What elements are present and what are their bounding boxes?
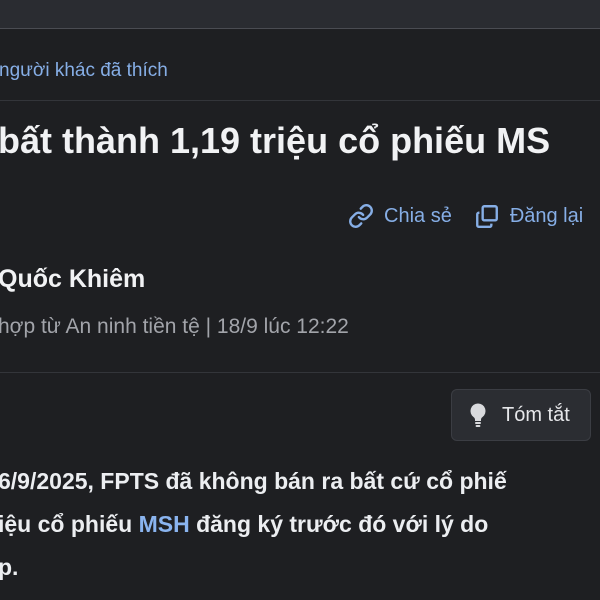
article-headline: bất thành 1,19 triệu cổ phiếu MS [0, 120, 551, 161]
body-text-segment: đăng ký trước đó với lý do [189, 511, 489, 537]
summary-button[interactable]: Tóm tắt [451, 389, 591, 441]
body-line: p. [0, 554, 19, 580]
share-button[interactable]: Chia sẻ [348, 203, 452, 229]
likes-summary[interactable]: người khác đã thích [0, 60, 168, 82]
repost-icon [475, 205, 498, 229]
body-text-segment: iệu cổ phiếu [0, 511, 139, 537]
repost-label: Đăng lại [509, 204, 584, 227]
link-icon [349, 204, 373, 228]
body-line: iệu cổ phiếu MSH đăng ký trước đó với lý… [0, 503, 507, 546]
lightbulb-icon [468, 402, 488, 428]
divider [0, 372, 600, 373]
repost-button[interactable]: Đăng lại [474, 203, 583, 229]
author-name[interactable]: Quốc Khiêm [0, 265, 145, 294]
article-body: 6/9/2025, FPTS đã không bán ra bất cứ cổ… [0, 460, 507, 589]
article-meta: hợp từ An ninh tiền tệ | 18/9 lúc 12:22 [0, 315, 349, 338]
summary-button-label: Tóm tắt [502, 403, 570, 426]
share-label: Chia sẻ [384, 204, 452, 227]
ticker-link-msh[interactable]: MSH [139, 511, 190, 537]
divider [0, 100, 600, 101]
article-actions: Chia sẻ Đăng lại [348, 200, 600, 232]
body-line: 6/9/2025, FPTS đã không bán ra bất cứ cổ… [0, 468, 507, 494]
top-bar [0, 0, 600, 29]
